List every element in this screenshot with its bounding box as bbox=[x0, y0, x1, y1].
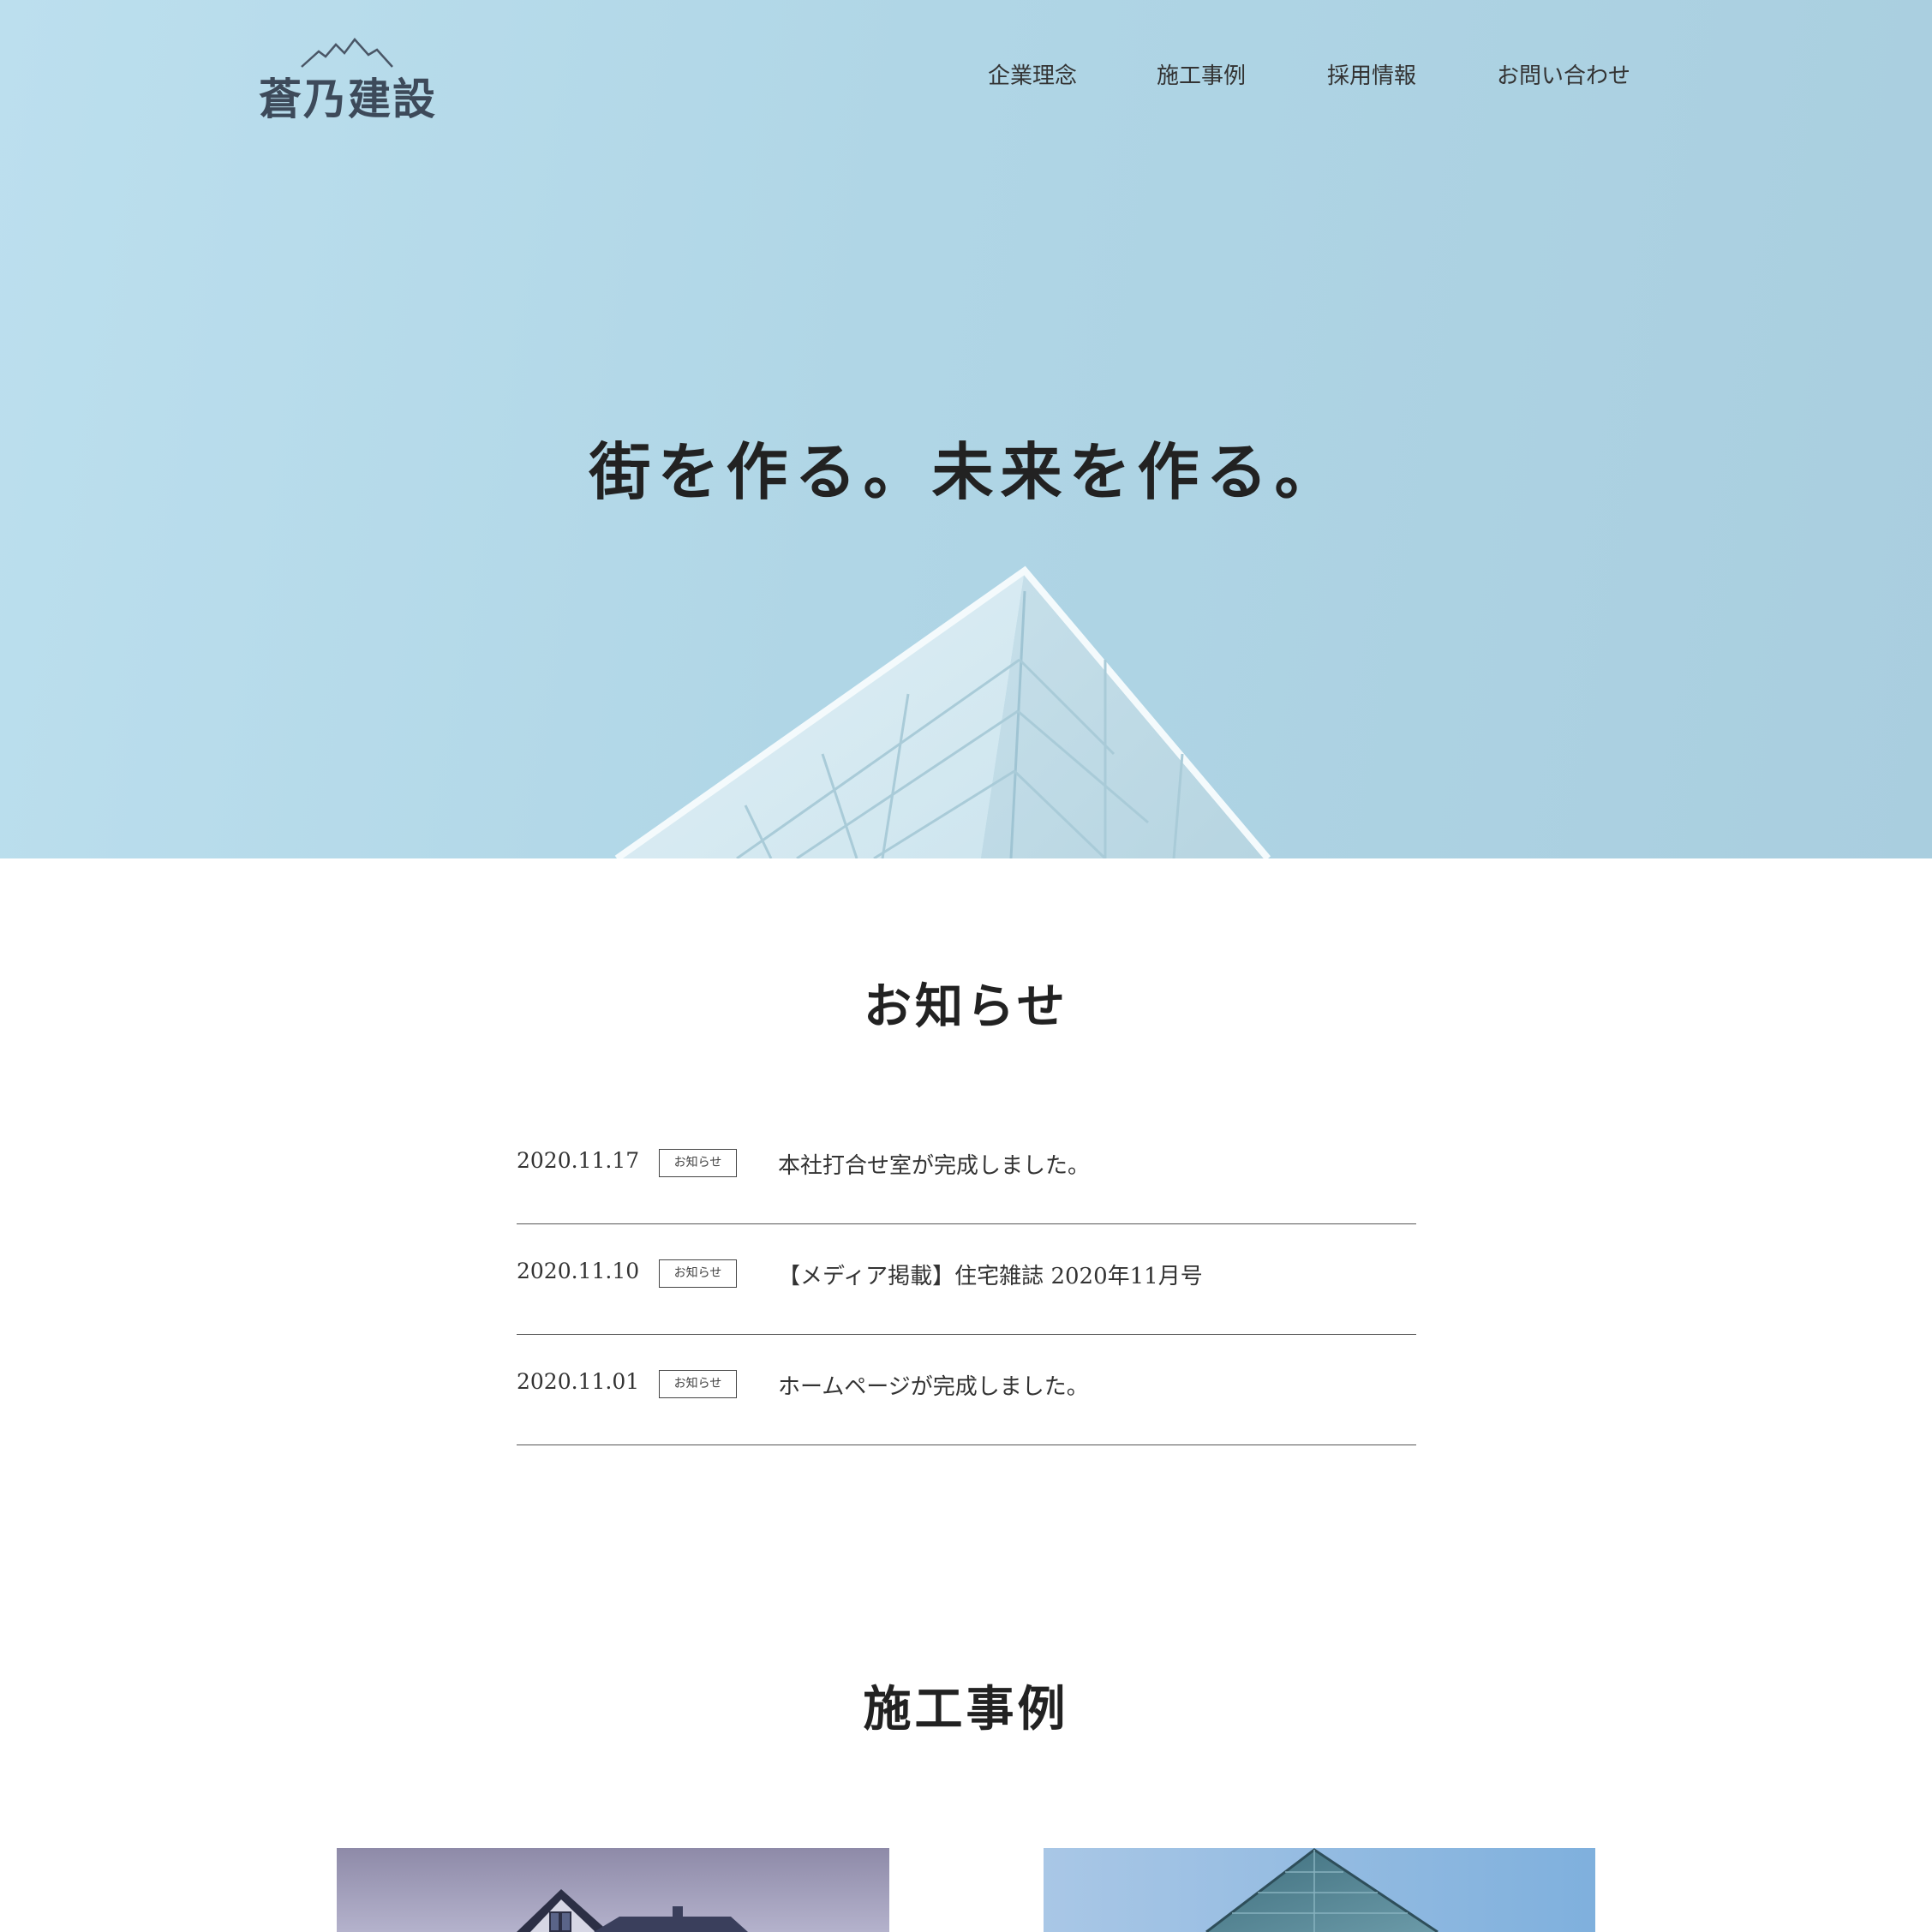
news-date: 2020.11.01 bbox=[517, 1369, 640, 1394]
news-category-badge: お知らせ bbox=[659, 1149, 737, 1177]
nav-item-contact[interactable]: お問い合わせ bbox=[1497, 58, 1630, 90]
news-title-link[interactable]: 本社打合せ室が完成しました。 bbox=[778, 1148, 1090, 1180]
nav-item-recruit[interactable]: 採用情報 bbox=[1327, 58, 1416, 90]
building-photo bbox=[1044, 1848, 1595, 1932]
news-date: 2020.11.10 bbox=[517, 1259, 640, 1283]
news-list: 2020.11.17 お知らせ 本社打合せ室が完成しました。 2020.11.1… bbox=[517, 1114, 1416, 1445]
news-item[interactable]: 2020.11.01 お知らせ ホームページが完成しました。 bbox=[517, 1335, 1416, 1445]
news-date: 2020.11.17 bbox=[517, 1148, 640, 1173]
work-card-house[interactable] bbox=[337, 1848, 889, 1932]
works-section-title: 施工事例 bbox=[863, 1681, 1069, 1738]
work-card-building[interactable] bbox=[1044, 1848, 1595, 1932]
news-category-badge: お知らせ bbox=[659, 1259, 737, 1288]
news-item[interactable]: 2020.11.10 お知らせ 【メディア掲載】住宅雑誌 2020年11月号 bbox=[517, 1224, 1416, 1335]
hero-title: 街を作る。未来を作る。 bbox=[589, 435, 1343, 508]
news-title-link[interactable]: ホームページが完成しました。 bbox=[778, 1369, 1089, 1401]
news-title-link[interactable]: 【メディア掲載】住宅雑誌 2020年11月号 bbox=[778, 1259, 1203, 1290]
news-item[interactable]: 2020.11.17 お知らせ 本社打合せ室が完成しました。 bbox=[517, 1114, 1416, 1224]
news-section-title: お知らせ bbox=[864, 978, 1068, 1035]
house-photo bbox=[337, 1848, 889, 1932]
main-nav: 企業理念 施工事例 採用情報 お問い合わせ bbox=[0, 58, 1932, 93]
nav-item-philosophy[interactable]: 企業理念 bbox=[988, 58, 1077, 90]
hero-section: 蒼乃建設 企業理念 施工事例 採用情報 お問い合わせ 街を作る。未来を作る。 bbox=[0, 0, 1932, 858]
nav-item-works[interactable]: 施工事例 bbox=[1157, 58, 1246, 90]
news-category-badge: お知らせ bbox=[659, 1370, 737, 1398]
